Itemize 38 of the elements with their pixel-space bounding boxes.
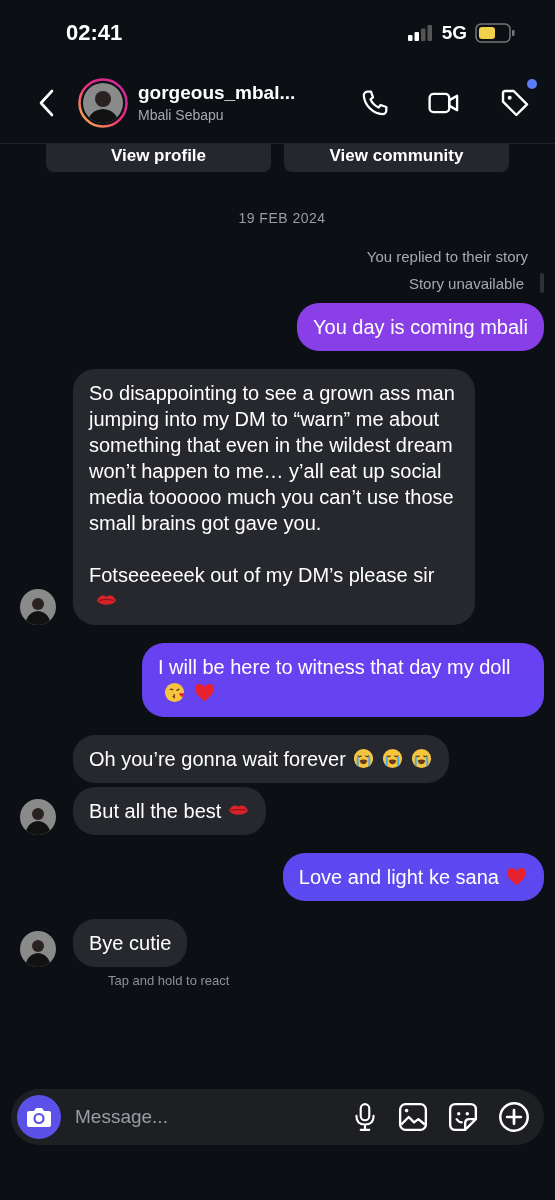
microphone-icon[interactable] bbox=[352, 1102, 378, 1132]
network-label: 5G bbox=[441, 22, 467, 44]
camera-button[interactable] bbox=[17, 1095, 61, 1139]
react-hint: Tap and hold to react bbox=[108, 973, 231, 988]
heart-icon bbox=[193, 681, 216, 704]
date-separator: 19 FEB 2024 bbox=[237, 210, 327, 226]
contact-avatar[interactable] bbox=[20, 799, 56, 835]
kissing-face-icon bbox=[164, 681, 187, 704]
add-icon[interactable] bbox=[498, 1101, 530, 1133]
message-bubble[interactable]: Oh you’re gonna wait forever bbox=[73, 735, 449, 783]
story-thumbnail bbox=[540, 273, 544, 293]
story-reply-label: You replied to their story bbox=[366, 248, 528, 265]
signal-icon bbox=[407, 25, 434, 41]
heart-icon bbox=[505, 865, 528, 888]
back-icon[interactable] bbox=[38, 88, 54, 117]
message-field[interactable]: Message... bbox=[73, 1105, 332, 1129]
contact-username[interactable]: gorgeous_mbal... bbox=[138, 82, 323, 104]
message-bubble[interactable]: Love and light ke sana bbox=[282, 853, 544, 901]
battery-icon bbox=[475, 23, 515, 43]
message-bubble[interactable]: So disappointing to see a grown ass man jumping into my DM to “warn” me about something that even in the wildest dream won’t happen to me… y’all eat up social media toooooo much you can’t use those small brains got gave you. Fotseeeeeek out of my DM’s please sir bbox=[73, 369, 475, 625]
message-bubble[interactable]: You day is coming mbali bbox=[297, 303, 544, 351]
contact-name: Mbali Sebapu bbox=[138, 107, 225, 123]
profile-action-button[interactable]: View profile bbox=[46, 144, 271, 172]
message-bubble[interactable]: But all the best bbox=[73, 787, 267, 835]
camera-icon bbox=[26, 1106, 52, 1128]
contact-avatar[interactable] bbox=[20, 589, 56, 625]
contact-avatar[interactable] bbox=[20, 931, 56, 967]
profile-action-button[interactable]: View community bbox=[284, 144, 509, 172]
sticker-icon[interactable] bbox=[448, 1102, 478, 1132]
story-status: Story unavailable bbox=[408, 274, 524, 292]
message-bubble[interactable]: Bye cutie bbox=[73, 919, 188, 967]
message-bubble[interactable]: I will be here to witness that day my doll bbox=[142, 643, 544, 717]
status-time: 02:41 bbox=[66, 20, 123, 46]
crying-face-icon bbox=[380, 747, 404, 770]
crying-face-icon bbox=[409, 747, 433, 770]
image-icon[interactable] bbox=[398, 1102, 428, 1132]
contact-avatar[interactable] bbox=[78, 77, 128, 128]
crying-face-icon bbox=[351, 747, 375, 770]
